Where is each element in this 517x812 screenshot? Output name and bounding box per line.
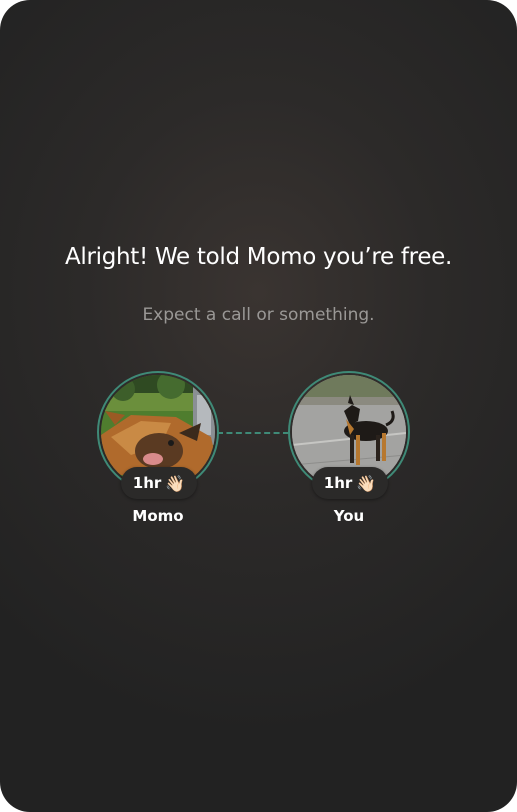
duration-label: 1hr (323, 474, 353, 492)
wave-hand-icon: 👋🏻 (356, 473, 377, 493)
participant-name-you: You (333, 507, 365, 525)
wave-hand-icon: 👋🏻 (165, 473, 186, 493)
duration-label: 1hr (132, 474, 162, 492)
headline: Alright! We told Momo you’re free. (64, 244, 453, 270)
duration-badge-momo: 1hr 👋🏻 (121, 467, 197, 499)
confirmation-screen: Alright! We told Momo you’re free. Expec… (0, 0, 517, 812)
dashed-connector (217, 432, 289, 434)
participant-name-momo: Momo (132, 507, 184, 525)
duration-badge-you: 1hr 👋🏻 (312, 467, 388, 499)
subtitle: Expect a call or something. (142, 305, 375, 325)
